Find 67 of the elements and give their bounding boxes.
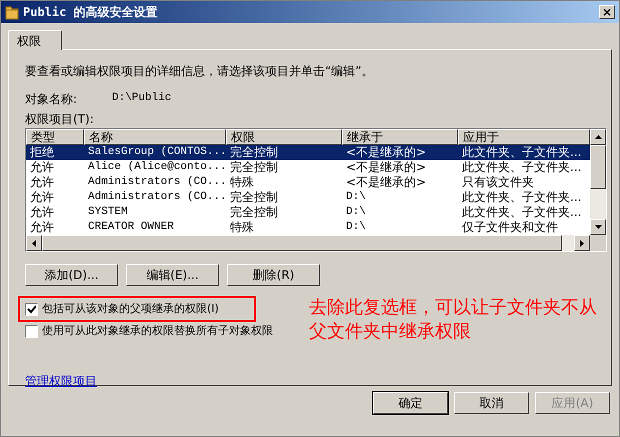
table-cell-text: 允许: [29, 160, 55, 175]
annotation-text: 去除此复选框，可以让子文件夹不从父文件夹中继承权限: [309, 296, 598, 344]
table-cell-text: CREATOR OWNER: [87, 220, 175, 235]
table-cell-text: 此文件夹、子文件夹...: [461, 160, 582, 175]
table-cell-text: 只有该文件夹: [461, 175, 535, 190]
object-name-value: D:\Public: [112, 91, 172, 106]
column-header[interactable]: 类型: [26, 129, 84, 145]
permissions-label: 权限项目(T):: [25, 111, 95, 126]
table-cell-text: 允许: [29, 205, 55, 220]
object-name-label: 对象名称:: [25, 91, 78, 106]
list-row[interactable]: 允许 Administrators (CO... 特殊 <不是继承的> 只有该文件夹: [26, 175, 590, 190]
table-cell-text: 允许: [29, 220, 55, 235]
vertical-scrollbar[interactable]: [590, 129, 606, 235]
table-cell-text: 此文件夹、子文件夹...: [461, 205, 582, 220]
up-arrow-icon: [594, 135, 602, 139]
table-cell-text: 完全控制: [229, 145, 279, 160]
left-arrow-icon: [32, 240, 36, 246]
checkbox-label: 包括可从该对象的父项继承的权限(I): [42, 300, 219, 317]
description-text: 要查看或编辑权限项目的详细信息，请选择该项目并单击“编辑”。: [25, 63, 374, 78]
table-cell-text: 完全控制: [229, 160, 279, 175]
checkbox-label: 使用可从此对象继承的权限替换所有子对象权限: [42, 322, 273, 339]
table-cell-text: 完全控制: [229, 205, 279, 220]
table-cell-text: <不是继承的>: [345, 145, 428, 160]
table-cell-text: 拒绝: [29, 145, 55, 160]
table-cell-text: 特殊: [229, 175, 255, 190]
manage-permissions-link[interactable]: 管理权限项目: [25, 372, 97, 390]
right-arrow-icon: [580, 240, 584, 246]
table-cell-text: D:\: [345, 220, 367, 235]
close-button[interactable]: ×: [599, 5, 615, 19]
table-cell-text: SYSTEM: [87, 205, 129, 220]
table-cell-text: D:\: [345, 190, 367, 205]
table-cell-text: Administrators (CO...: [87, 175, 226, 190]
dialog-button[interactable]: 取消: [454, 392, 529, 414]
table-cell-text: <不是继承的>: [345, 160, 428, 175]
table-cell-text: SalesGroup (CONTOS...: [87, 145, 226, 160]
table-cell-text: 允许: [29, 190, 55, 205]
list-row[interactable]: 允许 Administrators (CO... 完全控制 D:\ 此文件夹、子文件夹...: [26, 190, 590, 205]
column-header[interactable]: 权限: [226, 129, 342, 145]
table-cell-text: 特殊: [229, 220, 255, 235]
table-cell-text: Alice (Alice@conto...: [87, 160, 226, 175]
list-row[interactable]: 允许 Alice (Alice@conto... 完全控制 <不是继承的> 此文件夹、子文件夹...: [26, 160, 590, 175]
table-cell-text: 允许: [29, 175, 55, 190]
action-button[interactable]: 删除(R): [227, 264, 320, 286]
window-title: Public 的高级安全设置: [23, 4, 158, 21]
action-button[interactable]: 编辑(E)...: [126, 264, 219, 286]
scrollbar-corner: [590, 235, 606, 251]
column-header[interactable]: 继承于: [342, 129, 458, 145]
action-button[interactable]: 添加(D)...: [25, 264, 118, 286]
list-row[interactable]: 允许 SYSTEM 完全控制 D:\ 此文件夹、子文件夹...: [26, 205, 590, 220]
table-cell-text: D:\: [345, 205, 367, 220]
down-arrow-icon: [594, 225, 602, 229]
table-cell-text: 仅子文件夹和文件: [461, 220, 559, 235]
dialog-button[interactable]: 确定: [373, 392, 448, 414]
checkbox[interactable]: [25, 302, 38, 316]
list-row[interactable]: 拒绝 SalesGroup (CONTOS... 完全控制 <不是继承的> 此文件夹、子文件夹...: [26, 145, 590, 160]
list-row[interactable]: 允许 CREATOR OWNER 特殊 D:\ 仅子文件夹和文件: [26, 220, 590, 235]
table-cell-text: 此文件夹、子文件夹...: [461, 145, 582, 160]
folder-icon: [5, 4, 19, 20]
horizontal-scrollbar[interactable]: [26, 235, 606, 251]
checkbox[interactable]: [25, 324, 38, 338]
table-cell-text: Administrators (CO...: [87, 190, 226, 205]
column-header[interactable]: 名称: [84, 129, 226, 145]
column-header[interactable]: 应用于: [458, 129, 590, 145]
tab[interactable]: 权限: [8, 30, 62, 50]
table-cell-text: 完全控制: [229, 190, 279, 205]
table-cell-text: 此文件夹、子文件夹...: [461, 190, 582, 205]
table-cell-text: <不是继承的>: [345, 175, 428, 190]
